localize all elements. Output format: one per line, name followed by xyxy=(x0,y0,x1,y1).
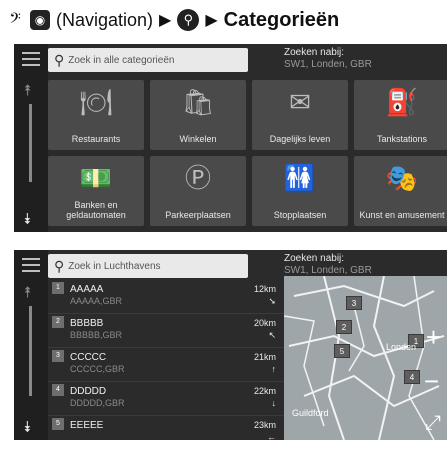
scroll-up-icon[interactable]: ⯭ xyxy=(23,284,32,301)
direction-arrow-icon: ↑ xyxy=(271,364,277,374)
result-name: EEEEE xyxy=(70,420,104,431)
tile-daily-life[interactable]: ✉ Dagelijks leven xyxy=(252,80,348,150)
theater-icon: 🎭 xyxy=(385,163,419,193)
result-distance: 21km xyxy=(253,352,276,362)
page-title: Categorieën xyxy=(223,8,340,31)
sidebar: ⯭ ⯯ xyxy=(14,44,48,232)
result-row[interactable]: 5 EEEEE 23km ← xyxy=(48,416,286,450)
map-pin[interactable]: 3 xyxy=(346,296,362,310)
navigation-icon: ◉ xyxy=(30,10,50,30)
tile-shopping[interactable]: 🛍 Winkelen xyxy=(150,80,246,150)
result-row[interactable]: 3 CCCCC CCCCC,GBR 21km ↑ xyxy=(48,348,286,382)
search-placeholder: Zoek in alle categorieën xyxy=(68,54,175,66)
tile-label: Dagelijks leven xyxy=(269,134,331,144)
tile-parking[interactable]: Ⓟ Parkeerplaatsen xyxy=(150,156,246,226)
search-icon: ⚲ xyxy=(177,9,200,31)
tile-label: Winkelen xyxy=(179,134,217,144)
result-number: 1 xyxy=(52,282,64,294)
map-pin[interactable]: 2 xyxy=(336,320,352,334)
scroll-down-icon[interactable]: ⯯ xyxy=(23,211,32,228)
result-subtitle: BBBBB,GBR xyxy=(70,330,123,340)
search-near-label: Zoeken nabij: xyxy=(284,253,345,264)
tile-label: Kunst en amusement xyxy=(359,210,445,220)
arrow-icon: ▶ xyxy=(159,12,172,29)
search-input[interactable]: ⚲ Zoek in alle categorieën xyxy=(48,48,248,72)
map-pin[interactable]: 4 xyxy=(404,370,420,384)
result-number: 5 xyxy=(52,418,64,430)
search-near: Zoeken nabij: SW1, Londen, GBR xyxy=(284,47,372,71)
tile-fuel[interactable]: ⛽ Tankstations xyxy=(354,80,447,150)
direction-arrow-icon: ↓ xyxy=(271,398,277,408)
result-name: CCCCC xyxy=(70,352,107,363)
bank-icon: 💵 xyxy=(79,163,113,193)
result-distance: 20km xyxy=(253,318,276,328)
result-distance: 23km xyxy=(253,420,276,430)
search-icon: ⚲ xyxy=(54,257,65,274)
zoom-out-button[interactable]: − xyxy=(424,368,439,394)
nav-label: (Navigation) xyxy=(56,9,154,30)
fullscreen-button[interactable]: ⤢ xyxy=(425,410,441,436)
scrollbar[interactable] xyxy=(29,104,32,182)
sidebar: ⯭ ⯯ xyxy=(14,250,48,440)
direction-arrow-icon: ← xyxy=(267,432,276,442)
search-near-value: SW1, Londen, GBR xyxy=(284,59,372,70)
result-subtitle: AAAAA,GBR xyxy=(70,296,123,306)
scroll-up-icon[interactable]: ⯭ xyxy=(23,82,32,99)
direction-arrow-icon: ↖ xyxy=(268,330,276,340)
map-view[interactable]: 3 2 5 1 4 Londen Guildford + − ⤢ xyxy=(284,276,447,440)
search-near-label: Zoeken nabij: xyxy=(284,47,345,58)
result-distance: 12km xyxy=(253,284,276,294)
menu-icon[interactable] xyxy=(22,52,40,66)
tile-label: Tankstations xyxy=(376,134,428,144)
tile-rest-stops[interactable]: 🚻 Stopplaatsen xyxy=(252,156,348,226)
result-name: AAAAA xyxy=(70,284,104,295)
result-number: 4 xyxy=(52,384,64,396)
shopping-icon: 🛍 xyxy=(181,87,215,117)
search-input[interactable]: ⚲ Zoek in Luchthavens xyxy=(48,254,248,278)
voice-command-icon: 𝄢 xyxy=(9,9,21,30)
tile-label: Parkeerplaatsen xyxy=(165,210,231,220)
result-subtitle: CCCCC,GBR xyxy=(70,364,125,374)
direction-arrow-icon: ➘ xyxy=(268,296,276,306)
scrollbar[interactable] xyxy=(29,306,32,396)
result-row[interactable]: 2 BBBBB BBBBB,GBR 20km ↖ xyxy=(48,314,286,348)
search-near: Zoeken nabij: SW1, Londen, GBR xyxy=(284,253,372,277)
parking-icon: Ⓟ xyxy=(184,163,211,193)
result-row[interactable]: 4 DDDDD DDDDD,GBR 22km ↓ xyxy=(48,382,286,416)
search-placeholder: Zoek in Luchthavens xyxy=(68,260,161,272)
tile-label: Restaurants xyxy=(71,134,121,144)
tile-arts[interactable]: 🎭 Kunst en amusement xyxy=(354,156,447,226)
search-icon: ⚲ xyxy=(54,51,65,68)
fuel-icon: ⛽ xyxy=(385,87,419,117)
tile-label: Banken en geldautomaten xyxy=(66,200,126,220)
tile-restaurants[interactable]: 🍽 Restaurants xyxy=(48,80,144,150)
city-label: Guildford xyxy=(292,408,329,418)
result-distance: 22km xyxy=(253,386,276,396)
categories-screen: ⯭ ⯯ ⚲ Zoek in alle categorieën Zoeken na… xyxy=(14,44,447,232)
daily-life-icon: ✉ xyxy=(289,87,311,117)
result-name: BBBBB xyxy=(70,318,104,329)
result-name: DDDDD xyxy=(70,386,107,397)
map-pin[interactable]: 5 xyxy=(334,344,350,358)
result-row[interactable]: 1 AAAAA AAAAA,GBR 12km ➘ xyxy=(48,280,286,314)
zoom-in-button[interactable]: + xyxy=(426,324,441,350)
tile-banks[interactable]: 💵 Banken en geldautomaten xyxy=(48,156,144,226)
city-label: Londen xyxy=(386,342,417,352)
result-subtitle: DDDDD,GBR xyxy=(70,398,125,408)
results-screen: ⯭ ⯯ ⚲ Zoek in Luchthavens Zoeken nabij: … xyxy=(14,250,447,442)
restaurant-icon: 🍽 xyxy=(79,87,113,117)
tile-label: Stopplaatsen xyxy=(273,210,327,220)
scroll-down-icon[interactable]: ⯯ xyxy=(23,419,32,436)
result-number: 2 xyxy=(52,316,64,328)
result-number: 3 xyxy=(52,350,64,362)
restroom-icon: 🚻 xyxy=(283,163,317,193)
instruction-header: 𝄢 ◉ (Navigation) ▶ ⚲ ▶ Categorieën xyxy=(0,0,447,40)
arrow-icon: ▶ xyxy=(205,12,218,29)
menu-icon[interactable] xyxy=(22,258,40,272)
